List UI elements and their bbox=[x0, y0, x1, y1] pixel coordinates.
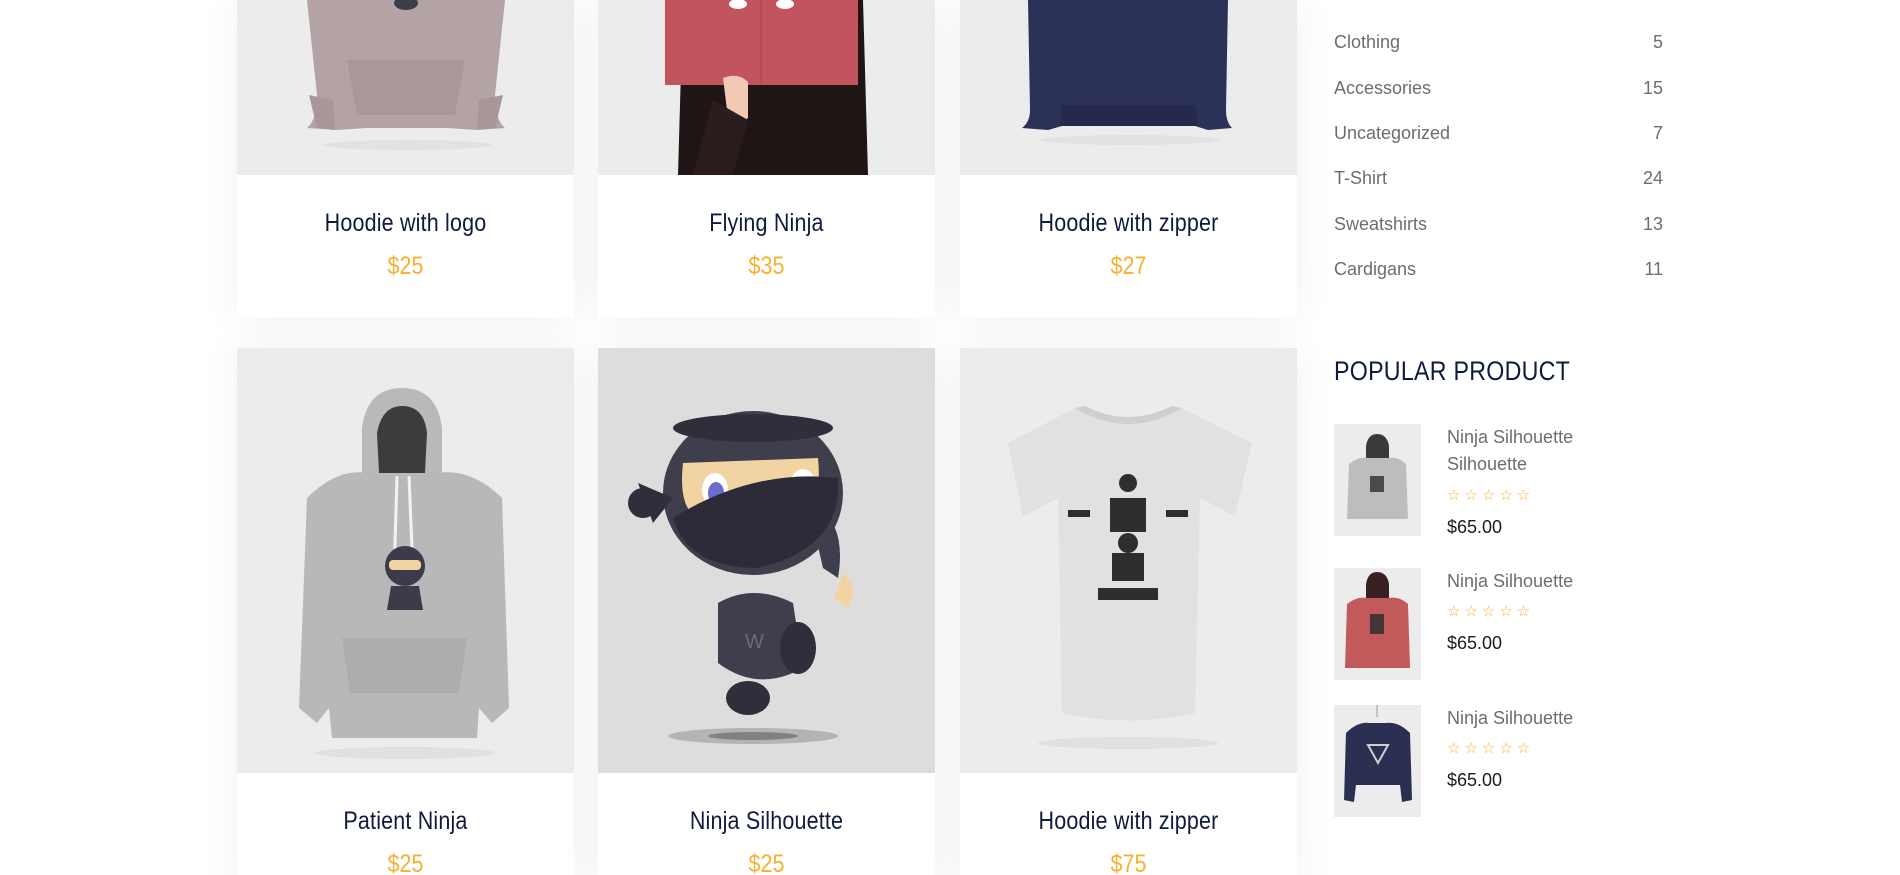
popular-product-price: $65.00 bbox=[1447, 517, 1503, 537]
category-label[interactable]: Sweatshirts bbox=[1334, 214, 1427, 235]
rating-stars: ☆☆☆☆☆ bbox=[1447, 487, 1535, 504]
svg-text:W: W bbox=[745, 631, 764, 653]
product-price: $25 bbox=[748, 850, 785, 875]
category-count: 5 bbox=[1652, 32, 1663, 53]
category-label[interactable]: Cardigans bbox=[1334, 259, 1416, 280]
category-count: 13 bbox=[1642, 213, 1663, 234]
product-price: $75 bbox=[1110, 850, 1147, 875]
navy-hoodie-image[interactable] bbox=[960, 0, 1297, 175]
red-hoodie-thumb[interactable] bbox=[1334, 568, 1421, 680]
shop-page: Hoodie with logo $25 Flying Ninja $35 Ho… bbox=[0, 0, 1900, 875]
category-item[interactable]: Accessories 15 bbox=[1334, 65, 1663, 110]
category-item[interactable]: Uncategorized 7 bbox=[1334, 111, 1663, 156]
product-price: $27 bbox=[1110, 252, 1147, 280]
category-count: 7 bbox=[1652, 122, 1663, 143]
navy-sweatshirt-thumb[interactable] bbox=[1334, 705, 1421, 817]
ninja-tshirt-image[interactable] bbox=[960, 348, 1297, 773]
product-title[interactable]: Patient Ninja bbox=[261, 807, 551, 836]
product-info: Hoodie with logo $25 bbox=[237, 175, 574, 317]
category-count: 11 bbox=[1644, 259, 1663, 280]
popular-product-price: $65.00 bbox=[1447, 770, 1503, 790]
rating-stars: ☆☆☆☆☆ bbox=[1447, 603, 1535, 620]
rating-stars: ☆☆☆☆☆ bbox=[1447, 740, 1535, 757]
product-card[interactable]: Patient Ninja $25 bbox=[237, 348, 574, 875]
product-title[interactable]: Flying Ninja bbox=[622, 209, 912, 238]
product-info: Patient Ninja $25 bbox=[237, 773, 574, 875]
category-label[interactable]: Uncategorized bbox=[1334, 123, 1450, 144]
product-title[interactable]: Hoodie with zipper bbox=[984, 209, 1274, 238]
product-title[interactable]: Hoodie with zipper bbox=[984, 807, 1274, 836]
product-price: $35 bbox=[748, 252, 785, 280]
popular-product-price: $65.00 bbox=[1447, 633, 1503, 653]
category-label[interactable]: T-Shirt bbox=[1334, 168, 1387, 189]
product-info: Flying Ninja $35 bbox=[598, 175, 935, 317]
popular-product-heading: POPULAR PRODUCT bbox=[1334, 356, 1571, 386]
category-label[interactable]: Accessories bbox=[1334, 78, 1431, 99]
product-info: Hoodie with zipper $27 bbox=[960, 175, 1297, 317]
grey-ninja-hoodie-image[interactable] bbox=[237, 348, 574, 773]
product-info: Ninja Silhouette $25 bbox=[598, 773, 935, 875]
category-list: Clothing 5 Accessories 15 Uncategorized … bbox=[1334, 20, 1663, 292]
hoodie-logo-image[interactable] bbox=[237, 0, 574, 175]
category-item[interactable]: T-Shirt 24 bbox=[1334, 156, 1663, 201]
grey-hoodie-thumb[interactable] bbox=[1334, 424, 1421, 536]
category-item[interactable]: Sweatshirts 13 bbox=[1334, 202, 1663, 247]
category-item[interactable]: Cardigans 11 bbox=[1334, 247, 1663, 292]
product-title[interactable]: Ninja Silhouette bbox=[622, 807, 912, 836]
ninja-mascot-image[interactable]: W bbox=[598, 348, 935, 773]
category-count: 24 bbox=[1642, 168, 1663, 189]
flying-ninja-poster-image[interactable] bbox=[598, 0, 935, 175]
popular-product-item[interactable]: Ninja Silhouette Silhouette ☆☆☆☆☆ $65.00 bbox=[1334, 424, 1664, 537]
product-card[interactable]: Hoodie with logo $25 bbox=[237, 0, 574, 317]
category-count: 15 bbox=[1642, 77, 1663, 98]
product-card[interactable]: Hoodie with zipper $27 bbox=[960, 0, 1297, 317]
product-card[interactable]: Flying Ninja $35 bbox=[598, 0, 935, 317]
product-info: Hoodie with zipper $75 bbox=[960, 773, 1297, 875]
popular-product-item[interactable]: Ninja Silhouette ☆☆☆☆☆ $65.00 bbox=[1334, 705, 1664, 817]
category-label[interactable]: Clothing bbox=[1334, 32, 1400, 53]
product-title[interactable]: Hoodie with logo bbox=[261, 209, 551, 238]
product-price: $25 bbox=[387, 252, 424, 280]
popular-product-name[interactable]: Ninja Silhouette bbox=[1447, 568, 1647, 595]
popular-product-item[interactable]: Ninja Silhouette ☆☆☆☆☆ $65.00 bbox=[1334, 568, 1664, 680]
product-card[interactable]: W Ninja Silhouette $25 bbox=[598, 348, 935, 875]
popular-product-name[interactable]: Ninja Silhouette Silhouette bbox=[1447, 424, 1647, 478]
product-card[interactable]: Hoodie with zipper $75 bbox=[960, 348, 1297, 875]
product-price: $25 bbox=[387, 850, 424, 875]
category-item[interactable]: Clothing 5 bbox=[1334, 20, 1663, 65]
popular-product-name[interactable]: Ninja Silhouette bbox=[1447, 705, 1647, 732]
